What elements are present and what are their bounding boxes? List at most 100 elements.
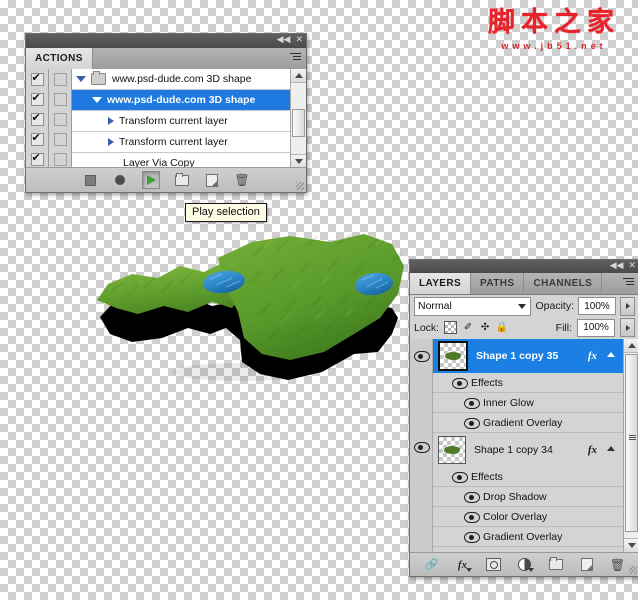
fill-input[interactable]: 100%	[577, 318, 615, 337]
tab-paths[interactable]: PATHS	[471, 273, 525, 294]
lock-image-pixels-icon[interactable]: ✐	[462, 322, 474, 334]
panel-menu-icon[interactable]	[290, 53, 301, 62]
toggle-checkbox-row-0[interactable]	[26, 69, 48, 89]
tab-channels[interactable]: CHANNELS	[524, 273, 603, 294]
scrollbar-thumb[interactable]	[625, 354, 638, 532]
play-icon	[146, 175, 156, 185]
link-layers-button[interactable]: 🔗	[424, 558, 440, 572]
layer-name: Shape 1 copy 35	[476, 350, 559, 362]
eye-icon-effects[interactable]	[452, 471, 468, 483]
layer-style-button[interactable]: fx	[455, 558, 472, 572]
layer-row[interactable]: Shape 1 copy 34 fx	[433, 433, 623, 467]
toggle-checkbox-row-1[interactable]	[26, 89, 48, 109]
new-action-button[interactable]	[204, 172, 220, 188]
close-icon[interactable]: ✕	[628, 261, 636, 272]
scroll-up-arrow-icon[interactable]	[291, 69, 306, 83]
effect-row[interactable]: Gradient Overlay	[433, 413, 623, 433]
chevron-right-icon[interactable]	[108, 138, 114, 146]
scroll-down-arrow-icon[interactable]	[624, 538, 638, 552]
effects-row[interactable]: Effects	[433, 373, 623, 393]
toggle-checkbox-row-4[interactable]	[26, 149, 48, 169]
fx-badge-icon[interactable]: fx	[588, 444, 597, 456]
actions-titlebar[interactable]: ◀◀ ✕	[26, 34, 306, 48]
lock-all-icon[interactable]: 🔒	[496, 322, 508, 334]
action-command-label: Transform current layer	[119, 115, 228, 127]
collapse-icon[interactable]: ◀◀	[277, 35, 291, 46]
dialog-toggle-row-1[interactable]	[49, 89, 71, 109]
scroll-down-arrow-icon[interactable]	[291, 154, 306, 168]
dialog-toggle-row-4[interactable]	[49, 149, 71, 169]
eye-icon-effect[interactable]	[464, 417, 480, 429]
effect-row[interactable]: Drop Shadow	[433, 487, 623, 507]
effects-disclosure-icon[interactable]	[607, 446, 615, 451]
eye-icon-layer-0[interactable]	[413, 350, 430, 362]
tab-actions[interactable]: ACTIONS	[26, 48, 93, 69]
chevron-down-icon[interactable]	[76, 76, 86, 82]
action-command-row[interactable]: Transform current layer	[72, 132, 290, 153]
layer-rows: Shape 1 copy 35 fx Effects Inner Glow Gr…	[433, 339, 623, 552]
toggle-checkbox-row-3[interactable]	[26, 129, 48, 149]
record-button[interactable]	[112, 172, 128, 188]
fx-badge-icon[interactable]: fx	[588, 350, 597, 362]
fill-stepper[interactable]	[620, 318, 635, 337]
actions-tabbar: ACTIONS	[26, 48, 306, 70]
opacity-stepper[interactable]	[620, 296, 635, 316]
effect-row[interactable]: Color Overlay	[433, 507, 623, 527]
add-layer-mask-button[interactable]	[486, 558, 502, 572]
new-group-button[interactable]	[548, 557, 564, 572]
toggle-checkbox-row-2[interactable]	[26, 109, 48, 129]
resize-grip[interactable]	[296, 182, 304, 190]
layer-thumbnail[interactable]	[438, 341, 468, 371]
opacity-input[interactable]: 100%	[578, 297, 616, 315]
delete-layer-button[interactable]: 🗑	[610, 558, 626, 572]
eye-icon-effect[interactable]	[464, 531, 480, 543]
delete-button[interactable]: 🗑	[234, 172, 250, 188]
link-icon: 🔗	[424, 558, 439, 571]
action-set-row[interactable]: www.psd-dude.com 3D shape	[72, 69, 290, 90]
eye-icon-effect[interactable]	[464, 511, 480, 523]
record-icon	[115, 175, 125, 185]
chevron-right-icon[interactable]	[108, 117, 114, 125]
layer-thumbnail[interactable]	[438, 436, 466, 464]
layer-row-selected[interactable]: Shape 1 copy 35 fx	[433, 339, 623, 373]
layers-vertical-scrollbar[interactable]	[623, 339, 638, 552]
lock-transparent-pixels-icon[interactable]	[444, 321, 458, 334]
folder-icon	[548, 557, 563, 570]
new-layer-button[interactable]	[579, 558, 595, 572]
panel-menu-icon[interactable]	[623, 278, 634, 287]
action-row-selected[interactable]: www.psd-dude.com 3D shape	[72, 90, 290, 111]
new-set-button[interactable]	[174, 172, 190, 188]
eye-icon-effects[interactable]	[452, 377, 468, 389]
action-command-label: Transform current layer	[119, 136, 228, 148]
lock-position-icon[interactable]: ✣	[479, 322, 491, 334]
action-command-row[interactable]: Transform current layer	[72, 111, 290, 132]
stop-button[interactable]	[82, 172, 98, 188]
action-command-row[interactable]: Layer Via Copy	[72, 153, 290, 168]
eye-icon-effect[interactable]	[464, 491, 480, 503]
eye-icon-layer-1[interactable]	[413, 441, 430, 453]
effects-row[interactable]: Effects	[433, 467, 623, 487]
tab-layers[interactable]: LAYERS	[410, 273, 472, 294]
close-icon[interactable]: ✕	[295, 35, 303, 46]
dialog-toggle-row-2[interactable]	[49, 109, 71, 129]
adjustment-layer-button[interactable]	[517, 558, 534, 572]
dialog-toggle-row-3[interactable]	[49, 129, 71, 149]
scroll-up-arrow-icon[interactable]	[624, 339, 638, 353]
effect-row[interactable]: Gradient Overlay	[433, 527, 623, 547]
layers-titlebar[interactable]: ◀◀ ✕	[410, 260, 638, 273]
blend-mode-select[interactable]: Normal	[414, 296, 532, 316]
actions-body: www.psd-dude.com 3D shape www.psd-dude.c…	[26, 69, 306, 168]
effect-row[interactable]: Inner Glow	[433, 393, 623, 413]
scrollbar-thumb[interactable]	[292, 109, 305, 137]
chevron-down-icon[interactable]	[92, 97, 102, 103]
collapse-icon[interactable]: ◀◀	[610, 261, 624, 272]
eye-icon-effect[interactable]	[464, 397, 480, 409]
action-set-label: www.psd-dude.com 3D shape	[112, 73, 252, 85]
actions-vertical-scrollbar[interactable]	[290, 69, 306, 168]
chevron-down-icon[interactable]	[518, 303, 527, 309]
resize-grip[interactable]	[629, 566, 637, 574]
effects-disclosure-icon[interactable]	[607, 352, 615, 357]
dialog-toggle-row-0[interactable]	[49, 69, 71, 89]
play-selection-button[interactable]	[142, 171, 160, 189]
effect-label: Gradient Overlay	[483, 416, 563, 429]
